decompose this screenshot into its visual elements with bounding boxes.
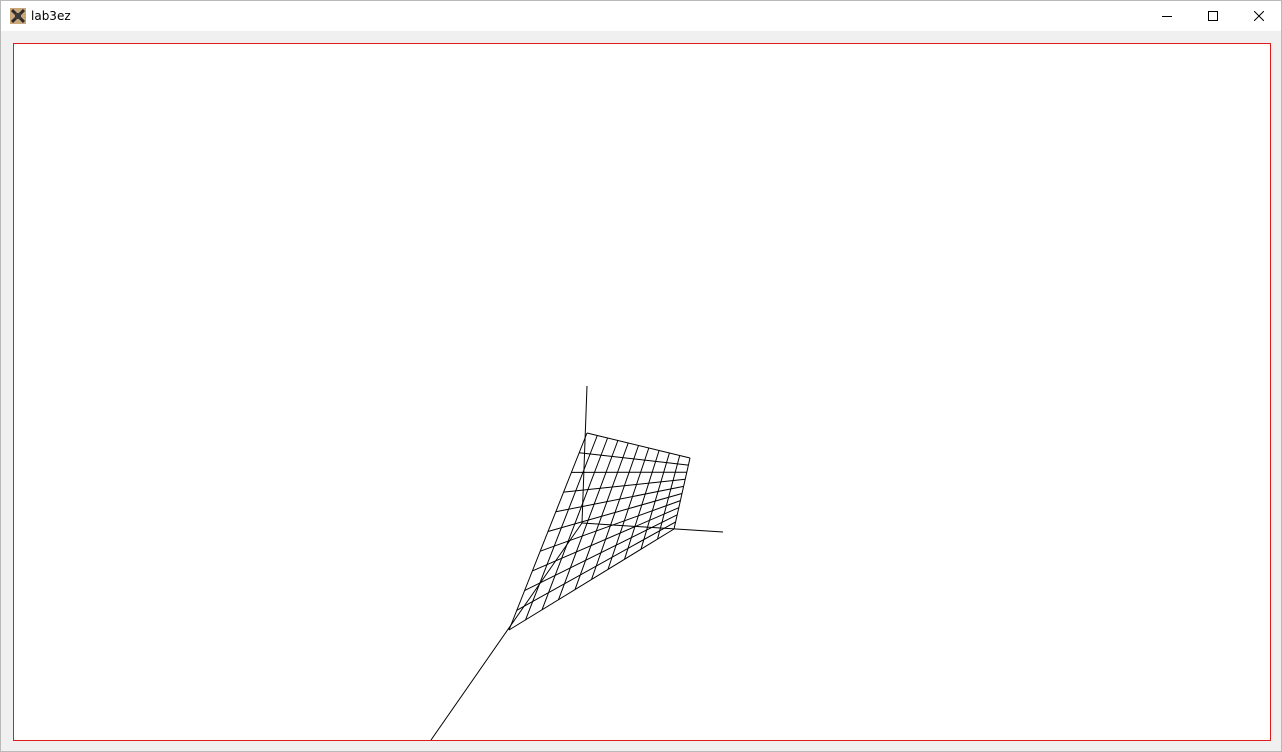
- mesh-line-v: [547, 493, 683, 532]
- close-button[interactable]: [1236, 1, 1282, 31]
- mesh-line-u: [607, 447, 650, 570]
- surface-canvas: [430, 385, 724, 740]
- mesh-line-u: [657, 455, 681, 540]
- axes: [430, 385, 724, 740]
- maximize-button[interactable]: [1190, 1, 1236, 31]
- mesh-line-v: [540, 500, 681, 552]
- minimize-icon: [1162, 11, 1172, 21]
- minimize-button[interactable]: [1144, 1, 1190, 31]
- y-axis-line: [430, 522, 583, 740]
- maximize-icon: [1208, 11, 1218, 21]
- mesh-line-v: [524, 514, 678, 592]
- wireframe-surface: [508, 432, 691, 631]
- app-window: lab3ez: [0, 0, 1282, 752]
- title-bar[interactable]: lab3ez: [1, 1, 1281, 31]
- drawing-area[interactable]: [13, 43, 1271, 741]
- mesh-line-v: [516, 521, 676, 611]
- close-icon: [1254, 11, 1264, 21]
- window-title: lab3ez: [31, 9, 71, 23]
- app-icon[interactable]: [10, 8, 26, 24]
